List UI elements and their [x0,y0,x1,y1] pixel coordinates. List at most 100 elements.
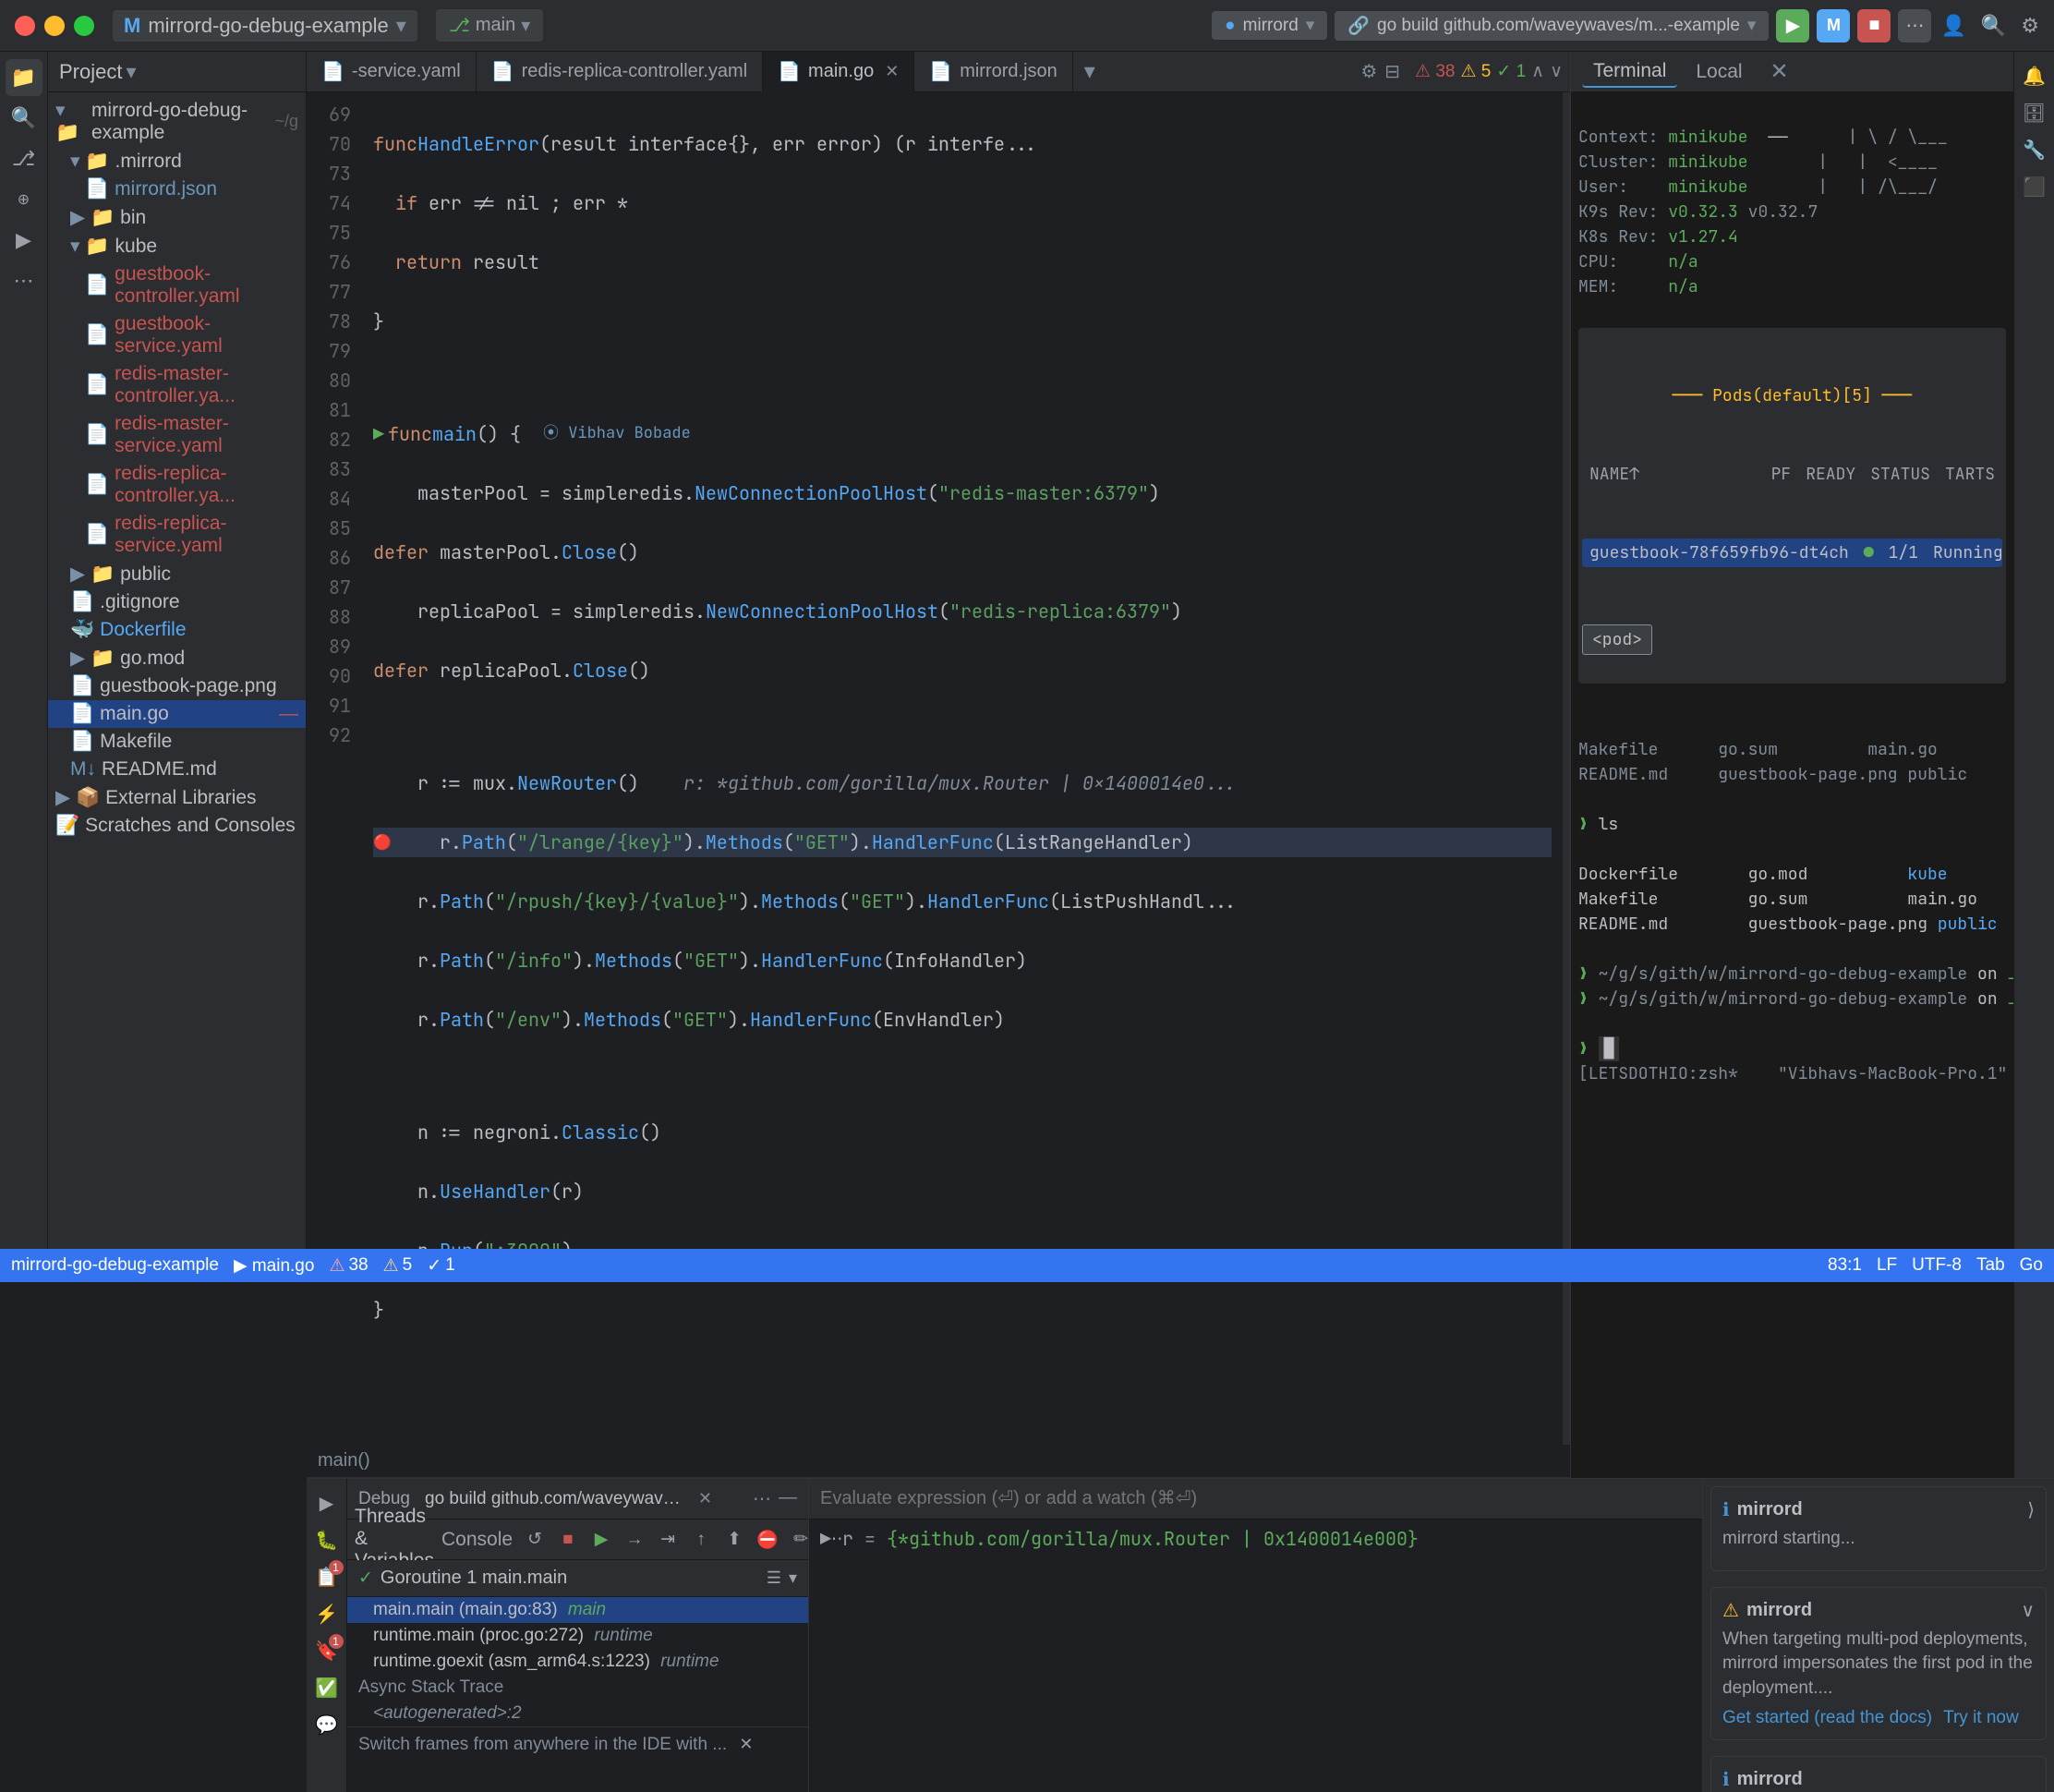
tab-terminal[interactable]: Terminal [1582,56,1677,88]
get-started-link[interactable]: Get started (read the docs) [1722,1708,1932,1728]
settings-icon[interactable]: ⚙ [2021,14,2039,38]
sidebar-icon-project[interactable]: 📁 [6,59,42,96]
minimize-button[interactable] [44,16,65,36]
tree-mirrord-json[interactable]: 📄 mirrord.json [48,176,306,203]
tree-maingo[interactable]: 📄 main.go — [48,700,306,728]
tree-kube[interactable]: ▾ 📁 kube [48,232,306,260]
tree-guestbook-service[interactable]: 📄 guestbook-service.yaml [48,310,306,360]
tree-dockerfile[interactable]: 🐳 Dockerfile [48,616,306,644]
tree-redis-master-ctrl[interactable]: 📄 redis-master-controller.ya... [48,360,306,410]
sidebar-icon-search[interactable]: 🔍 [6,100,42,137]
goroutine-list-icon[interactable]: ☰ [767,1568,781,1588]
branch-tab[interactable]: ⎇ main ▾ [436,9,543,42]
status-errors[interactable]: ⚠ 38 [329,1255,368,1277]
more-button[interactable]: ⋯ [1898,9,1931,42]
tree-readme[interactable]: M↓ README.md [48,756,306,783]
tree-makefile[interactable]: 📄 Makefile [48,728,306,756]
tree-redis-replica-svc[interactable]: 📄 redis-replica-service.yaml [48,510,306,560]
stack-frame-2[interactable]: runtime.goexit (asm_arm64.s:1223) runtim… [347,1649,808,1675]
tree-scratches[interactable]: 📝 Scratches and Consoles [48,812,306,840]
run-button[interactable]: ▶ [1776,9,1809,42]
tab-mirrord-json[interactable]: 📄 mirrord.json [914,52,1072,92]
tree-external-libs[interactable]: ▶ 📦 External Libraries [48,783,306,812]
sidebar-icon-run[interactable]: ▶ [6,222,42,259]
stack-frame-1[interactable]: runtime.main (proc.go:272) runtime [347,1623,808,1649]
try-it-now-link[interactable]: Try it now [1943,1708,2019,1728]
debug-settings-icon[interactable]: ⋯ [753,1487,771,1510]
bookmark-icon[interactable]: 1 🔖 [310,1634,344,1667]
status-file[interactable]: ▶ main.go [234,1255,315,1277]
sidebar-icon-branches[interactable]: ⊕ [6,181,42,218]
debug-icon[interactable]: 🐛 [310,1523,344,1556]
gradle-icon[interactable]: 🔧 [2018,133,2051,166]
close-tab-icon[interactable]: ✕ [885,62,899,81]
tab-local[interactable]: Local [1685,57,1753,87]
status-language[interactable]: Go [2020,1255,2043,1276]
avatar-icon[interactable]: 👤 [1940,14,1965,38]
terminal-right-icon[interactable]: ⬛ [2018,170,2051,203]
notif-expand-icon[interactable]: ⟩ [2027,1498,2035,1521]
expression-input[interactable] [820,1488,1691,1509]
mirrord-label[interactable]: ● mirrord ▾ [1212,11,1327,40]
status-warnings[interactable]: ⚠ 5 [383,1255,413,1277]
tab-maingo[interactable]: 📄 main.go ✕ [763,52,914,92]
notifications-icon[interactable]: 🔔 [2018,59,2051,92]
restart-btn[interactable]: ↺ [520,1525,550,1555]
tree-redis-replica-ctrl[interactable]: 📄 redis-replica-controller.ya... [48,460,306,510]
notif-expand-icon[interactable]: ∨ [2021,1599,2035,1622]
search-icon[interactable]: 🔍 [1981,14,2006,38]
goroutine-label[interactable]: Goroutine 1 main.main [381,1568,567,1589]
tree-public[interactable]: ▶ 📁 public [48,560,306,588]
tree-bin[interactable]: ▶ 📁 bin [48,203,306,232]
fullscreen-button[interactable] [74,16,94,36]
status-indent[interactable]: Tab [1976,1255,2005,1276]
tab-service-yaml[interactable]: 📄 -service.yaml [307,52,477,92]
tab-console[interactable]: Console [441,1525,513,1555]
close-button[interactable] [15,16,35,36]
more-tabs-button[interactable]: ▾ [1073,52,1106,92]
project-label[interactable]: M mirrord-go-debug-example ▾ [113,10,417,42]
tree-gitignore[interactable]: 📄 .gitignore [48,588,306,616]
stack-frame-0[interactable]: main.main (main.go:83) main [347,1597,808,1623]
tree-mirrord[interactable]: ▾ 📁 .mirrord [48,147,306,176]
sidebar-icon-vcs[interactable]: ⎇ [6,140,42,177]
tab-redis-replica[interactable]: 📄 redis-replica-controller.yaml [477,52,763,92]
close-terminal-icon[interactable]: ✕ [1765,57,1794,87]
autogenerated-frame[interactable]: <autogenerated>:2 [347,1701,808,1726]
run-icon[interactable]: ⚡ [310,1597,344,1630]
tree-redis-master-svc[interactable]: 📄 redis-master-service.yaml [48,410,306,460]
stop-debug-btn[interactable]: ■ [553,1525,583,1555]
sidebar-icon-more[interactable]: ⋯ [6,262,42,299]
debug-play-icon[interactable]: ▶ [310,1486,344,1520]
minimize-debug-icon[interactable]: — [779,1487,797,1510]
editor-settings-icon[interactable]: ⚙ [1360,60,1377,83]
close-hint-icon[interactable]: ✕ [739,1735,753,1753]
structure-icon[interactable]: 1 📋 [310,1560,344,1593]
status-line-col[interactable]: 83:1 [1828,1255,1862,1276]
editor-split-icon[interactable]: ⊟ [1384,60,1400,83]
status-ok[interactable]: ✓ 1 [427,1255,455,1277]
status-project[interactable]: mirrord-go-debug-example [11,1255,219,1276]
mute-breakpoints-btn[interactable]: ⛔ [753,1525,782,1555]
step-into-btn[interactable]: ⇥ [653,1525,683,1555]
resume-btn[interactable]: ▶ [586,1525,616,1555]
mirrord-run-button[interactable]: M [1817,9,1850,42]
messages-icon[interactable]: 💬 [310,1708,344,1741]
tree-gomod[interactable]: ▶ 📁 go.mod [48,644,306,672]
status-encoding[interactable]: UTF-8 [1912,1255,1962,1276]
switch-frames-hint[interactable]: Switch frames from anywhere in the IDE w… [347,1726,808,1762]
todo-icon[interactable]: ✅ [310,1671,344,1704]
build-label[interactable]: 🔗 go build github.com/waveywaves/m...-ex… [1335,11,1769,41]
run-to-cursor-btn[interactable]: ⬆ [719,1525,749,1555]
step-over-btn[interactable]: → [620,1525,649,1555]
stop-button[interactable]: ■ [1857,9,1891,42]
step-out-btn[interactable]: ↑ [686,1525,716,1555]
goroutine-chevron[interactable]: ▾ [789,1568,797,1588]
status-line-ending[interactable]: LF [1877,1255,1897,1276]
tree-guestbook-controller[interactable]: 📄 guestbook-controller.yaml [48,260,306,310]
close-debug-tab-icon[interactable]: ✕ [698,1489,712,1508]
database-icon[interactable]: 🗄 [2018,96,2051,129]
tree-root[interactable]: ▾ 📁 mirrord-go-debug-example ~/g [48,96,306,147]
code-editor[interactable]: func HandleError(result interface{}, err… [362,92,1563,1445]
debug-build-tab[interactable]: go build github.com/waveywaves/mirrord-g… [425,1489,683,1509]
